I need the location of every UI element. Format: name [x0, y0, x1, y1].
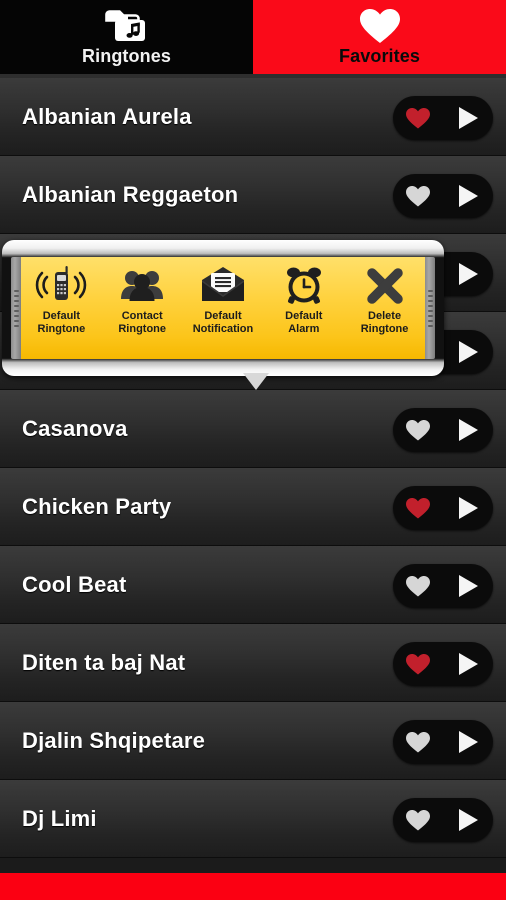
play-button[interactable]: [443, 174, 493, 218]
heart-icon: [406, 108, 430, 129]
table-row[interactable]: Diten ta baj Nat: [0, 624, 506, 702]
row-actions: [393, 96, 493, 140]
heart-icon: [406, 810, 430, 831]
ringtone-title: Casanova: [22, 416, 128, 441]
popup-option-default-alarm[interactable]: Default Alarm: [265, 262, 343, 335]
play-button[interactable]: [443, 642, 493, 686]
favorite-button[interactable]: [393, 564, 443, 608]
favorite-button[interactable]: [393, 486, 443, 530]
envelope-icon: [196, 262, 250, 308]
row-actions: [393, 486, 493, 530]
favorite-button[interactable]: [393, 798, 443, 842]
play-icon: [459, 341, 478, 363]
table-row[interactable]: Chicken Party: [0, 468, 506, 546]
play-icon: [459, 185, 478, 207]
popup-options: Default Ringtone Contact Ringtone Defaul…: [21, 257, 425, 359]
ringtone-list[interactable]: Albanian Aurela Albanian Reggaeton Casan…: [0, 78, 506, 873]
favorite-button[interactable]: [393, 642, 443, 686]
table-row[interactable]: Dj Limi: [0, 780, 506, 858]
tab-favorites-label: Favorites: [339, 46, 420, 66]
app-root: Ringtones Favorites Albanian Aurela Alba…: [0, 0, 506, 900]
ringtone-title: Albanian Aurela: [22, 104, 192, 129]
ringtone-title: Diten ta baj Nat: [22, 650, 186, 675]
play-button[interactable]: [443, 252, 493, 296]
favorite-button[interactable]: [393, 96, 443, 140]
row-actions: [393, 720, 493, 764]
row-actions: [393, 564, 493, 608]
popup-grip-right: [425, 257, 435, 359]
tab-favorites[interactable]: Favorites: [253, 0, 506, 74]
play-icon: [459, 575, 478, 597]
popup-option-label: Default Ringtone: [37, 310, 86, 335]
row-actions: [393, 408, 493, 452]
play-icon: [459, 497, 478, 519]
ringtone-title: Djalin Shqipetare: [22, 728, 206, 753]
popup-option-label: Default Alarm: [285, 310, 323, 335]
play-button[interactable]: [443, 486, 493, 530]
popup-grip-left: [11, 257, 21, 359]
table-row[interactable]: Djalin Shqipetare: [0, 702, 506, 780]
popup-option-default-ringtone[interactable]: Default Ringtone: [22, 262, 100, 335]
ringtone-title: Cool Beat: [22, 572, 127, 597]
play-icon: [459, 419, 478, 441]
table-row[interactable]: Albanian Reggaeton: [0, 156, 506, 234]
favorite-button[interactable]: [393, 174, 443, 218]
ringtone-title: Chicken Party: [22, 494, 172, 519]
play-button[interactable]: [443, 798, 493, 842]
contacts-group-icon: [115, 262, 169, 308]
table-row[interactable]: Casanova: [0, 390, 506, 468]
heart-icon: [406, 420, 430, 441]
play-icon: [459, 107, 478, 129]
popup-arrow-icon: [243, 373, 269, 390]
heart-icon: [406, 654, 430, 675]
play-icon: [459, 809, 478, 831]
bottom-bar: [0, 873, 506, 900]
play-button[interactable]: [443, 330, 493, 374]
ringtone-title: Albanian Reggaeton: [22, 182, 239, 207]
ringtone-actions-popup[interactable]: Default Ringtone Contact Ringtone Defaul…: [2, 240, 444, 392]
x-cross-icon: [358, 262, 412, 308]
favorite-button[interactable]: [393, 720, 443, 764]
play-button[interactable]: [443, 96, 493, 140]
heart-icon: [406, 186, 430, 207]
music-folder-icon: [104, 6, 150, 46]
play-button[interactable]: [443, 408, 493, 452]
tab-ringtones-label: Ringtones: [82, 46, 171, 66]
favorite-button[interactable]: [393, 408, 443, 452]
row-actions: [393, 174, 493, 218]
heart-icon: [406, 498, 430, 519]
popup-inner: Default Ringtone Contact Ringtone Defaul…: [11, 257, 435, 359]
popup-option-contact-ringtone[interactable]: Contact Ringtone: [103, 262, 181, 335]
popup-option-label: Contact Ringtone: [118, 310, 167, 335]
heart-icon: [406, 576, 430, 597]
play-icon: [459, 653, 478, 675]
tab-ringtones[interactable]: Ringtones: [0, 0, 253, 74]
row-actions: [393, 642, 493, 686]
alarm-clock-icon: [277, 262, 331, 308]
popup-frame: Default Ringtone Contact Ringtone Defaul…: [2, 240, 444, 376]
ringtone-title: Dj Limi: [22, 806, 97, 831]
popup-option-label: Default Notification: [192, 310, 254, 335]
popup-option-label: Delete Ringtone: [360, 310, 409, 335]
popup-option-delete-ringtone[interactable]: Delete Ringtone: [346, 262, 424, 335]
tab-bar: Ringtones Favorites: [0, 0, 506, 74]
play-button[interactable]: [443, 564, 493, 608]
table-row[interactable]: Cool Beat: [0, 546, 506, 624]
popup-option-default-notification[interactable]: Default Notification: [184, 262, 262, 335]
table-row[interactable]: Albanian Aurela: [0, 78, 506, 156]
play-button[interactable]: [443, 720, 493, 764]
heart-icon: [406, 732, 430, 753]
play-icon: [459, 263, 478, 285]
heart-icon: [357, 6, 403, 46]
ringing-phone-icon: [34, 262, 88, 308]
row-actions: [393, 798, 493, 842]
play-icon: [459, 731, 478, 753]
